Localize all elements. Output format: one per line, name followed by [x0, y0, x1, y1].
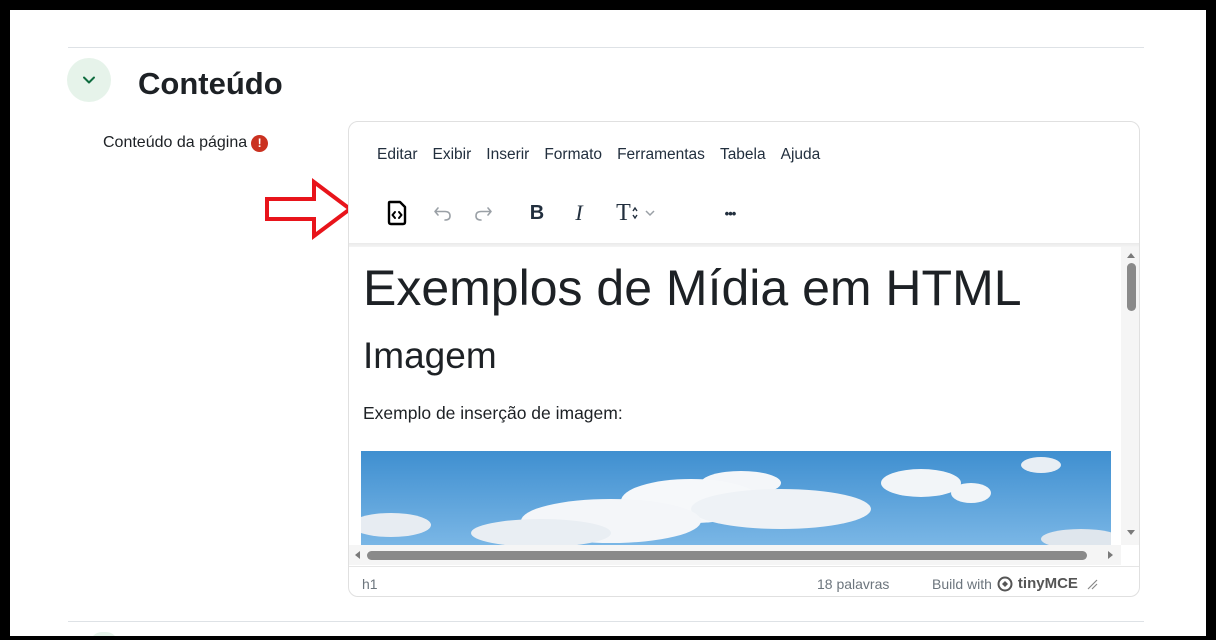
- editor-menubar: Editar Exibir Inserir Formato Ferramenta…: [377, 146, 835, 164]
- element-path[interactable]: h1: [362, 576, 378, 592]
- scroll-up-icon: [1127, 253, 1135, 258]
- scroll-right-icon: [1108, 551, 1113, 559]
- tinymce-branding[interactable]: Build with tinyMCE: [932, 575, 1098, 592]
- menu-editar[interactable]: Editar: [377, 146, 418, 164]
- next-section-collapse-button[interactable]: [90, 632, 118, 636]
- text-size-arrows-icon: [632, 206, 638, 220]
- rich-text-editor: Editar Exibir Inserir Formato Ferramenta…: [348, 121, 1140, 597]
- resize-handle-icon[interactable]: [1086, 578, 1098, 590]
- vertical-scroll-thumb[interactable]: [1127, 263, 1136, 311]
- section-title: Conteúdo: [138, 66, 283, 101]
- redo-icon: [475, 207, 492, 221]
- build-with-text: Build with: [932, 575, 992, 592]
- word-count[interactable]: 18 palavras: [817, 576, 889, 592]
- text-size-button[interactable]: T: [607, 196, 665, 230]
- scroll-left-icon: [355, 551, 360, 559]
- section-collapse-button[interactable]: [67, 58, 111, 102]
- scroll-down-icon: [1127, 530, 1135, 535]
- italic-button[interactable]: I: [567, 196, 591, 230]
- editor-toolbar: B I T •••: [375, 196, 1115, 232]
- menu-inserir[interactable]: Inserir: [486, 146, 529, 164]
- vertical-scrollbar[interactable]: [1121, 247, 1139, 545]
- chevron-down-icon: [645, 210, 655, 217]
- redo-button[interactable]: [471, 196, 495, 230]
- divider-top: [68, 47, 1144, 48]
- menu-ajuda[interactable]: Ajuda: [781, 146, 821, 164]
- content-heading-2: Imagem: [363, 335, 497, 376]
- horizontal-scroll-thumb[interactable]: [367, 551, 1087, 560]
- required-icon: !: [251, 134, 269, 152]
- editor-statusbar: h1 18 palavras Build with tinyMCE: [349, 566, 1139, 596]
- undo-icon: [434, 207, 451, 221]
- editor-content-area[interactable]: Exemplos de Mídia em HTML Imagem Exemplo…: [349, 247, 1121, 545]
- text-size-label: T: [616, 199, 631, 226]
- horizontal-scrollbar[interactable]: [349, 545, 1121, 565]
- red-arrow-annotation: [265, 178, 354, 240]
- page-frame: Conteúdo Conteúdo da página ! Editar Exi…: [10, 10, 1206, 636]
- menu-tabela[interactable]: Tabela: [720, 146, 766, 164]
- undo-button[interactable]: [431, 196, 455, 230]
- field-label-text: Conteúdo da página: [103, 134, 248, 151]
- menu-ferramentas[interactable]: Ferramentas: [617, 146, 705, 164]
- tinymce-logo-icon: [997, 576, 1013, 591]
- content-image: [361, 451, 1111, 545]
- bold-button[interactable]: B: [525, 196, 549, 230]
- chevron-down-icon: [83, 76, 95, 84]
- menu-formato[interactable]: Formato: [544, 146, 602, 164]
- menu-exibir[interactable]: Exibir: [433, 146, 472, 164]
- more-button[interactable]: •••: [715, 196, 745, 230]
- tinymce-brand-name: tinyMCE: [1017, 575, 1078, 592]
- field-label: Conteúdo da página !: [103, 134, 269, 152]
- source-code-icon: [387, 200, 407, 226]
- content-paragraph: Exemplo de inserção de imagem:: [363, 403, 623, 423]
- content-heading-1: Exemplos de Mídia em HTML: [363, 260, 1022, 316]
- source-code-button[interactable]: [383, 196, 411, 230]
- divider-bottom: [68, 621, 1144, 622]
